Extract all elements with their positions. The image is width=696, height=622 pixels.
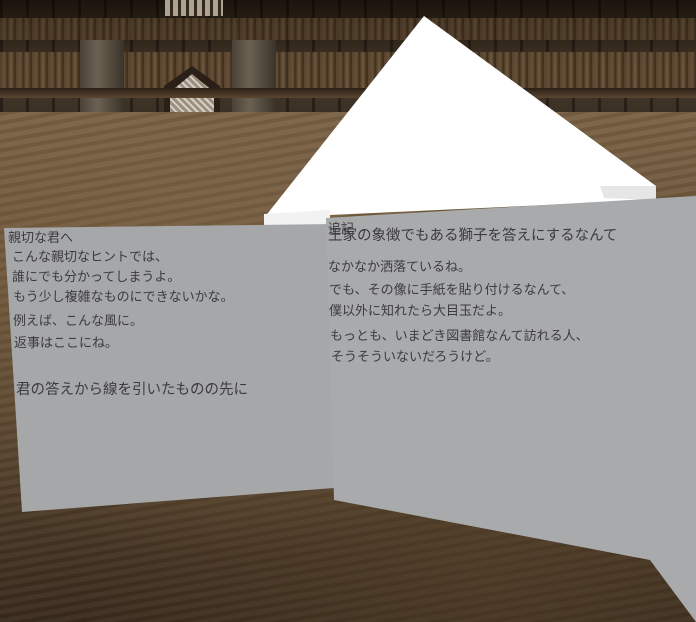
letter-left-line: 例えば、こんな風に。: [13, 314, 144, 329]
letter-right-line: でも、その像に手紙を貼り付けるなんて、: [329, 283, 575, 298]
letter-left-greeting: 親切な君へ: [8, 231, 74, 246]
upper-window: [165, 0, 223, 16]
letter-right-line: なかなか洒落ているね。: [328, 260, 472, 275]
letter-left-line: 返事はここにね。: [14, 336, 119, 351]
letter-left-line: もう少し複雑なものにできないかな。: [13, 290, 234, 305]
pillar-left: [80, 40, 124, 120]
balcony-ledge: [0, 88, 696, 98]
letter-left-clue: 君の答えから線を引いたものの先に: [16, 382, 248, 398]
pillar-right: [232, 40, 276, 120]
letter-left-line: 誰にでも分かってしまうよ。: [12, 270, 181, 285]
letter-right-line: もっとも、いまどき図書館なんて訪れる人、: [330, 329, 589, 344]
bookshelf-upper: [0, 18, 696, 40]
letter-left-line: こんな親切なヒントでは、: [12, 250, 169, 265]
game-viewport[interactable]: 親切な君へ こんな親切なヒントでは、 誰にでも分かってしまうよ。 もう少し複雑な…: [0, 0, 696, 622]
letter-right-line: 王家の象徴でもある獅子を答えにするなんて: [328, 228, 618, 244]
letter-right-line: 僕以外に知れたら大目玉だよ。: [329, 304, 512, 319]
letter-right-line: そうそういないだろうけど。: [331, 350, 499, 365]
